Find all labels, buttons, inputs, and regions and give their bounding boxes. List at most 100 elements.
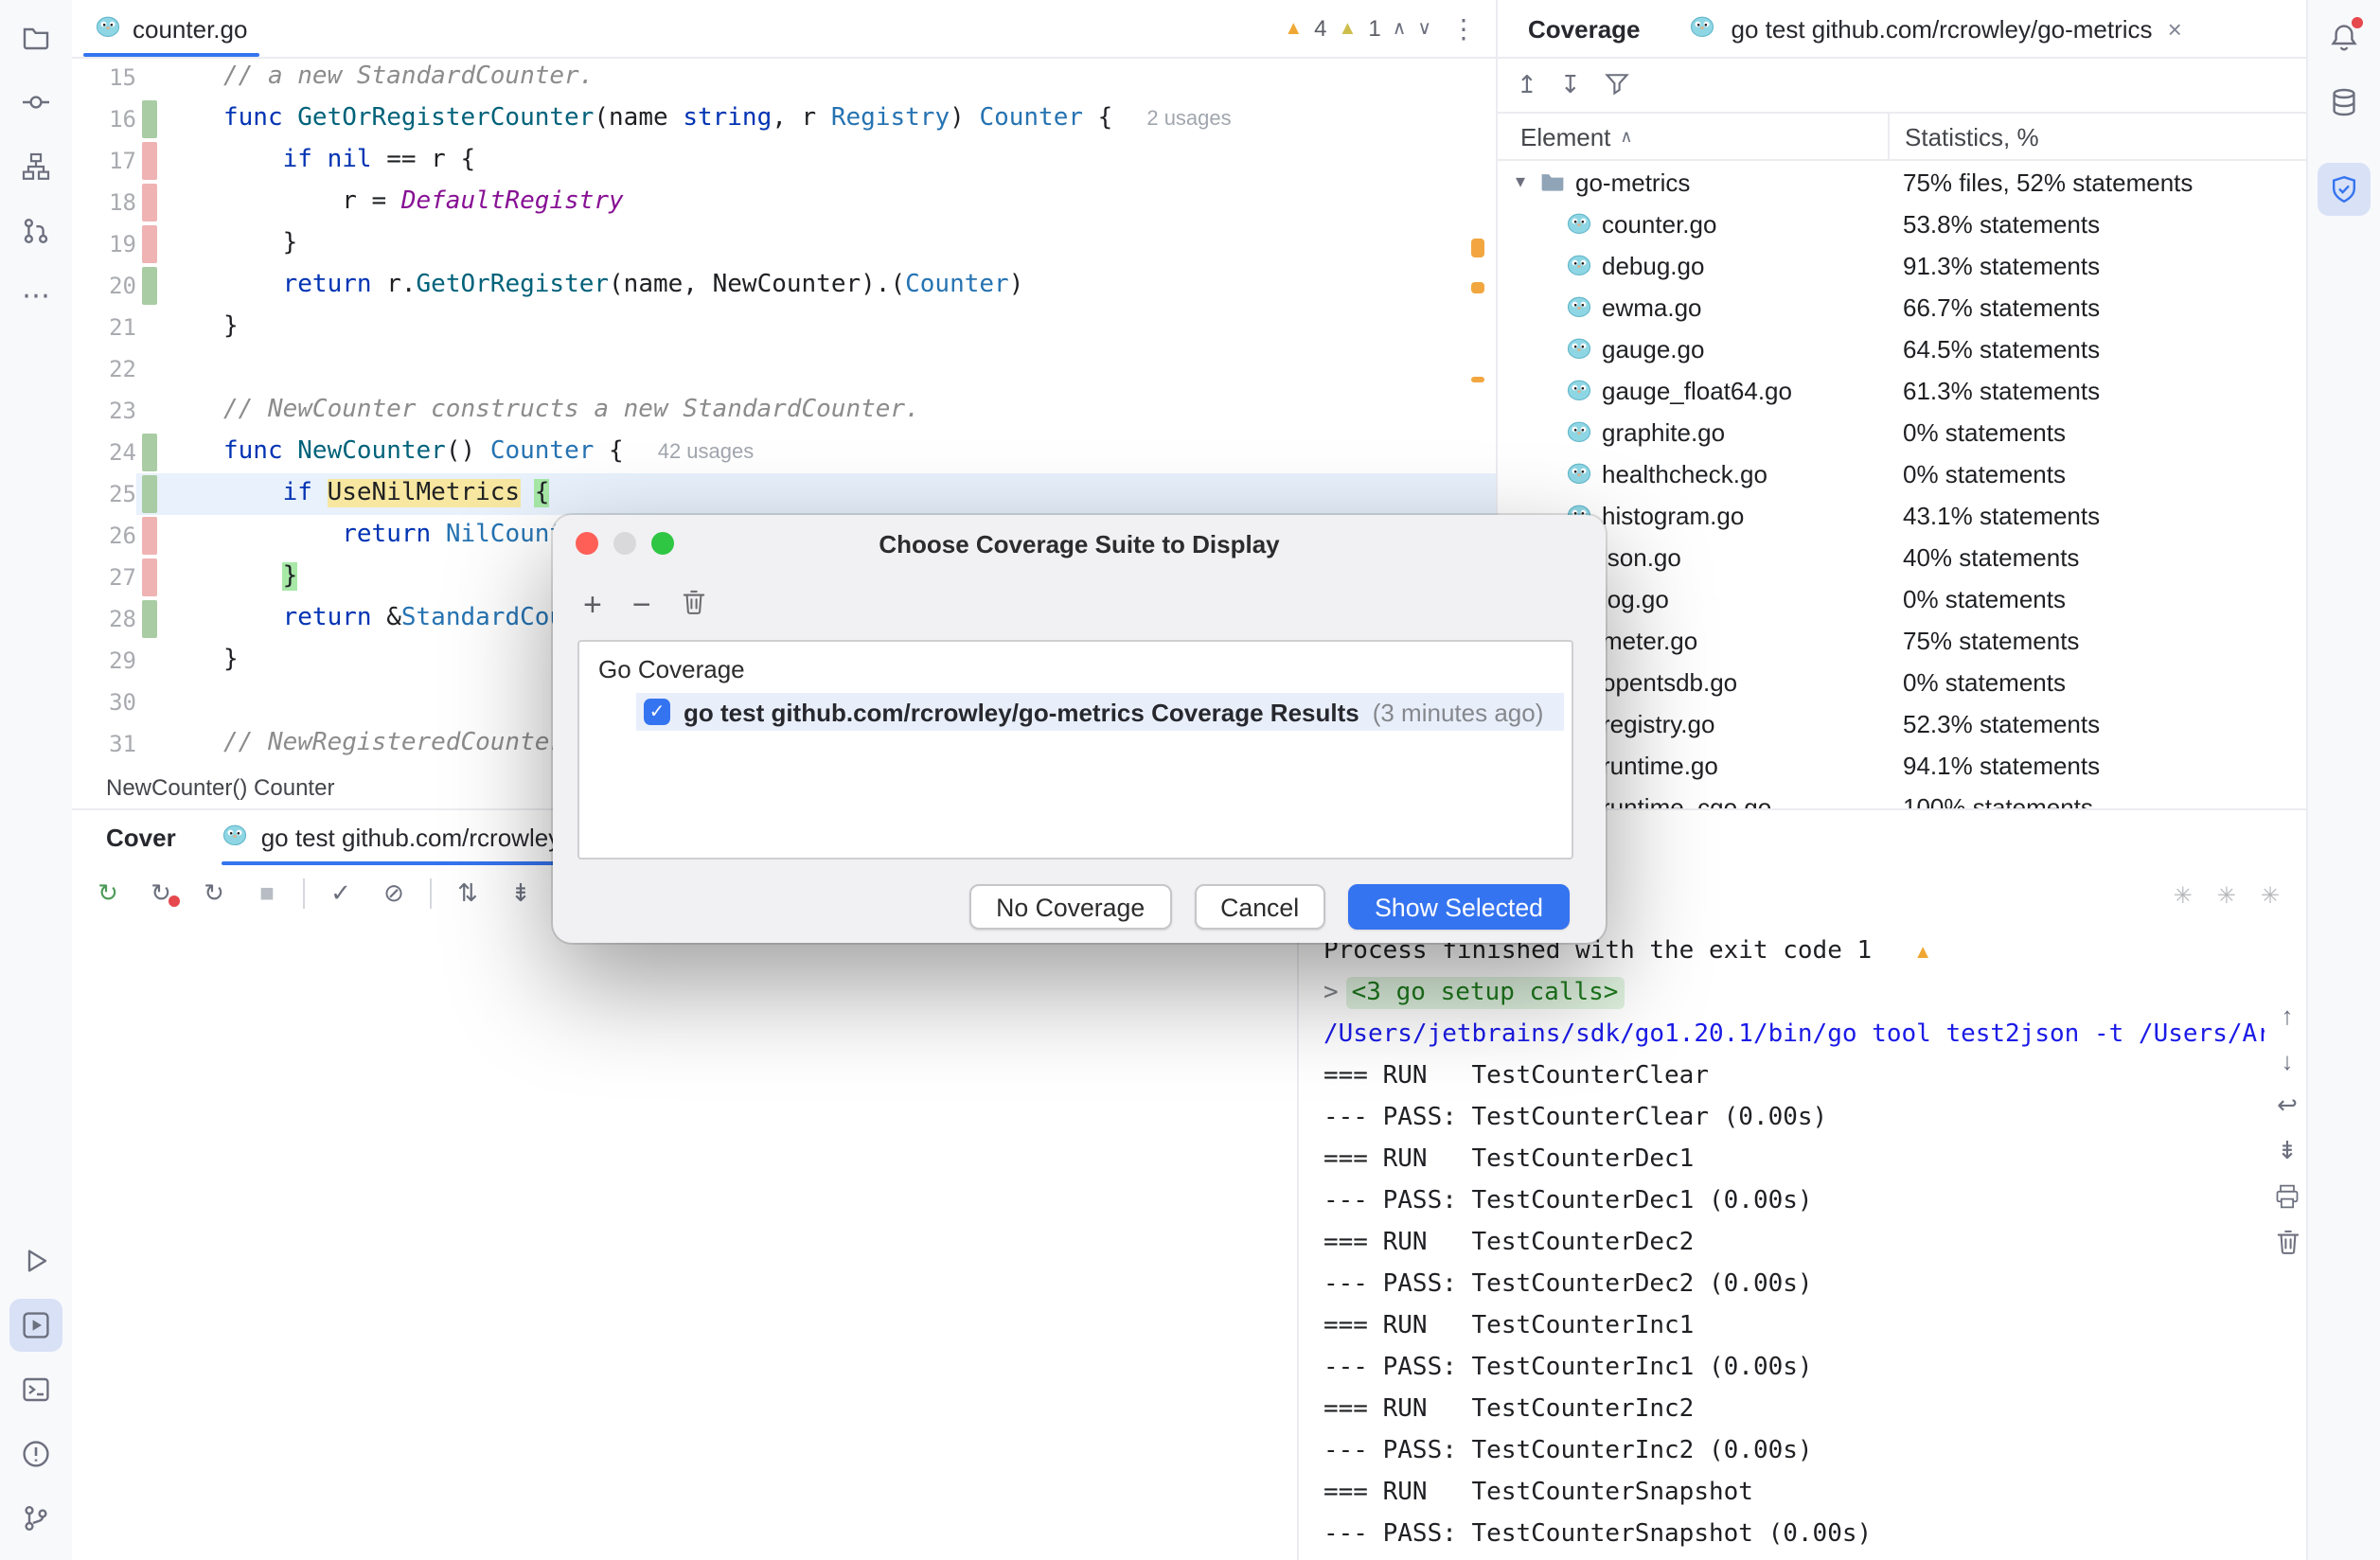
coverage-tab[interactable]: go test github.com/rcrowley/go-metrics × [1690, 12, 2182, 44]
structure-icon[interactable] [9, 140, 62, 193]
code-line-body[interactable]: } [136, 223, 1496, 265]
code-line[interactable]: 16func GetOrRegisterCounter(name string,… [72, 98, 1496, 140]
run-window-icon[interactable] [9, 1299, 62, 1352]
line-number[interactable]: 29 [72, 640, 136, 682]
coverage-row[interactable]: runtime.go94.1% statements [1498, 744, 2308, 786]
code-line[interactable]: 25 if UseNilMetrics { [72, 473, 1496, 515]
line-number[interactable]: 30 [72, 682, 136, 723]
inspections-widget[interactable]: ▲ 4 ▲ 1 ∧ ∨ [1284, 15, 1431, 42]
show-passed-icon[interactable]: ✓ [324, 878, 358, 908]
coverage-row[interactable]: debug.go91.3% statements [1498, 244, 2308, 286]
no-coverage-button[interactable]: No Coverage [969, 884, 1171, 930]
coverage-suite-row[interactable]: ✓ go test github.com/rcrowley/go-metrics… [636, 693, 1564, 731]
coverage-row[interactable]: graphite.go0% statements [1498, 411, 2308, 452]
coverage-row[interactable]: runtime_cgo.go100% statements [1498, 786, 2308, 808]
line-number[interactable]: 20 [72, 265, 136, 307]
line-number[interactable]: 31 [72, 723, 136, 765]
code-line[interactable]: 22 [72, 348, 1496, 390]
show-ignored-icon[interactable]: ⊘ [377, 878, 411, 908]
zoom-window-button[interactable] [651, 532, 674, 555]
code-line[interactable]: 18 r = DefaultRegistry [72, 182, 1496, 223]
coverage-row[interactable]: gauge_float64.go61.3% statements [1498, 369, 2308, 411]
coverage-row[interactable]: opentsdb.go0% statements [1498, 661, 2308, 702]
cancel-button[interactable]: Cancel [1194, 884, 1325, 930]
close-icon[interactable]: × [2168, 14, 2182, 43]
sort-icon[interactable]: ⇅ [451, 878, 485, 908]
line-number[interactable]: 26 [72, 515, 136, 557]
console-output[interactable]: Process finished with the exit code 1▲><… [1297, 931, 2265, 1560]
code-line-body[interactable]: } [136, 307, 1496, 348]
run-with-coverage-icon[interactable]: ↻ [197, 878, 231, 908]
command-line[interactable]: /Users/jetbrains/sdk/go1.20.1/bin/go too… [1323, 1020, 2265, 1049]
tab-options-kebab-icon[interactable]: ⋮ [1450, 12, 1496, 44]
scroll-down-icon[interactable]: ↓ [2282, 1045, 2294, 1075]
soft-wrap-icon[interactable]: ↩ [2277, 1090, 2298, 1121]
line-number[interactable]: 23 [72, 390, 136, 432]
run-icon[interactable] [9, 1234, 62, 1287]
code-line-body[interactable]: func GetOrRegisterCounter(name string, r… [136, 98, 1496, 140]
print-icon[interactable] [2274, 1181, 2300, 1212]
statistics-column-header[interactable]: Statistics, % [1888, 114, 2039, 159]
coverage-strip[interactable] [142, 517, 157, 555]
code-line-body[interactable]: if UseNilMetrics { [136, 473, 1496, 515]
coverage-row[interactable]: gauge.go64.5% statements [1498, 328, 2308, 369]
rerun-icon[interactable]: ↻ [91, 878, 125, 908]
scroll-up-icon[interactable]: ↑ [2282, 1000, 2294, 1030]
line-number[interactable]: 27 [72, 557, 136, 598]
code-line-body[interactable]: r = DefaultRegistry [136, 182, 1496, 223]
coverage-strip[interactable] [142, 267, 157, 305]
git-branch-icon[interactable] [9, 1492, 62, 1545]
code-line[interactable]: 15// a new StandardCounter. [72, 57, 1496, 98]
project-icon[interactable] [9, 11, 62, 64]
folded-region[interactable]: <3 go setup calls> [1346, 977, 1625, 1009]
next-uncovered-down-icon[interactable]: ↧ [1560, 70, 1581, 100]
coverage-strip[interactable] [142, 475, 157, 513]
scrollbar-warning-mark[interactable] [1471, 377, 1484, 382]
coverage-strip[interactable] [142, 184, 157, 222]
suite-checkbox[interactable]: ✓ [644, 699, 670, 725]
code-line-body[interactable]: // NewCounter constructs a new StandardC… [136, 390, 1496, 432]
code-line[interactable]: 23// NewCounter constructs a new Standar… [72, 390, 1496, 432]
coverage-strip[interactable] [142, 225, 157, 263]
pull-requests-icon[interactable] [9, 204, 62, 257]
line-number[interactable]: 18 [72, 182, 136, 223]
add-suite-icon[interactable]: + [583, 587, 602, 625]
tab-counter-go[interactable]: counter.go [72, 0, 270, 57]
coverage-strip[interactable] [142, 558, 157, 596]
code-line-body[interactable]: if nil == r { [136, 140, 1496, 182]
more-tool-windows-icon[interactable]: ⋯ [9, 269, 62, 322]
filter-icon[interactable] [1604, 69, 1630, 101]
scroll-to-end-icon[interactable]: ⇟ [2277, 1136, 2298, 1166]
remove-suite-icon[interactable]: − [632, 587, 651, 625]
line-number[interactable]: 25 [72, 473, 136, 515]
line-number[interactable]: 21 [72, 307, 136, 348]
scrollbar-warning-mark[interactable] [1471, 282, 1484, 293]
coverage-row[interactable]: json.go40% statements [1498, 536, 2308, 577]
line-number[interactable]: 17 [72, 140, 136, 182]
notifications-bell-icon[interactable] [2318, 11, 2371, 64]
database-icon[interactable] [2318, 76, 2371, 129]
line-number[interactable]: 15 [72, 57, 136, 98]
coverage-row[interactable]: meter.go75% statements [1498, 619, 2308, 661]
coverage-strip[interactable] [142, 600, 157, 638]
terminal-icon[interactable] [9, 1363, 62, 1416]
code-line-body[interactable]: func NewCounter() Counter {42 usages [136, 432, 1496, 473]
clear-console-trash-icon[interactable] [2275, 1227, 2300, 1257]
coverage-strip[interactable] [142, 100, 157, 138]
coverage-shield-icon[interactable] [2318, 163, 2371, 216]
delete-trash-icon[interactable] [682, 587, 706, 625]
fold-marker-icon[interactable]: > [1323, 979, 1339, 1007]
coverage-row[interactable]: log.go0% statements [1498, 577, 2308, 619]
line-number[interactable]: 28 [72, 598, 136, 640]
coverage-strip[interactable] [142, 142, 157, 180]
code-line-body[interactable]: // a new StandardCounter. [136, 57, 1496, 98]
first-uncovered-up-icon[interactable]: ↥ [1517, 70, 1537, 100]
code-line-body[interactable] [136, 348, 1496, 390]
problems-icon[interactable] [9, 1427, 62, 1480]
line-number[interactable]: 19 [72, 223, 136, 265]
commit-icon[interactable] [9, 76, 62, 129]
show-selected-button[interactable]: Show Selected [1348, 884, 1570, 930]
element-column-header[interactable]: Element ∧ [1498, 122, 1633, 151]
code-line[interactable]: 17 if nil == r { [72, 140, 1496, 182]
dialog-title-bar[interactable]: Choose Coverage Suite to Display [553, 515, 1606, 572]
